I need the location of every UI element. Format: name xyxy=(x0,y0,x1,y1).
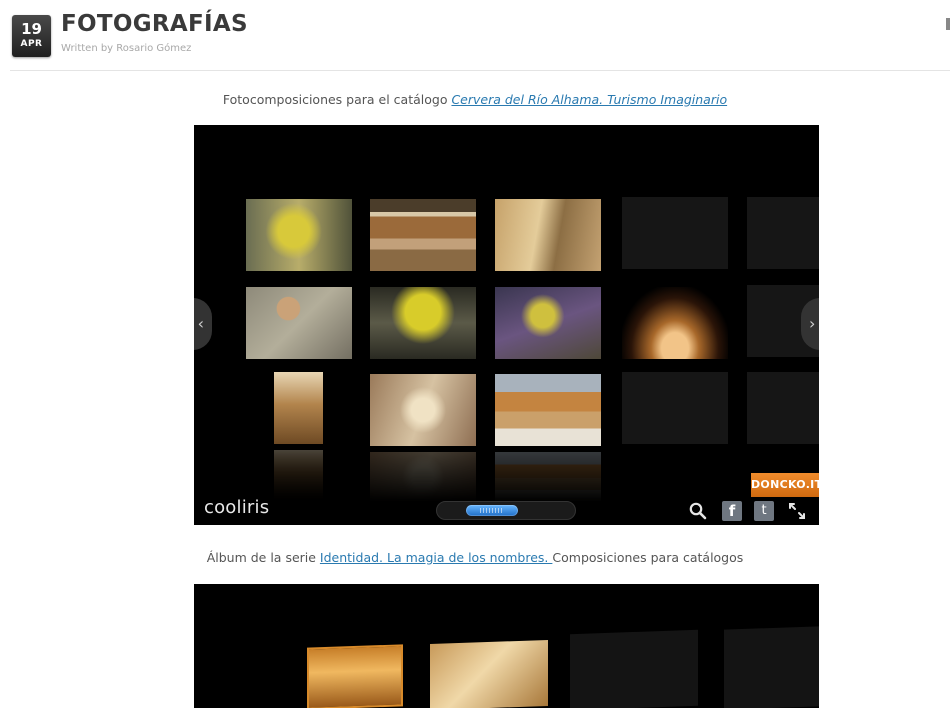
gallery-2-caption: Álbum de la serie Identidad. La magia de… xyxy=(0,550,950,565)
post-date-day: 19 xyxy=(21,20,42,38)
gallery-scrollbar[interactable] xyxy=(436,501,576,520)
chevron-left-icon: ‹ xyxy=(197,314,204,333)
thumbnail-reflection xyxy=(370,452,476,502)
facebook-icon: f xyxy=(728,502,736,520)
gallery-empty-slot xyxy=(622,372,728,444)
gallery-thumbnail[interactable] xyxy=(370,199,476,271)
gallery-thumbnail[interactable] xyxy=(307,644,403,708)
gallery-next-button[interactable]: › xyxy=(801,298,819,350)
gallery-empty-slot xyxy=(747,372,819,444)
gallery-prev-button[interactable]: ‹ xyxy=(194,298,212,350)
post-title[interactable]: FOTOGRAFÍAS xyxy=(61,11,248,37)
thumbnail-reflection xyxy=(274,450,323,500)
twitter-share-button[interactable]: t xyxy=(754,501,774,521)
gallery-thumbnail[interactable] xyxy=(495,374,601,446)
gallery-thumbnail[interactable] xyxy=(495,287,601,359)
cooliris-gallery[interactable]: ‹ › cooliris DONCKO.IT f t xyxy=(194,125,819,525)
edit-corner-mark xyxy=(946,18,950,30)
header-divider xyxy=(10,70,950,71)
post-date-badge: 19 APR xyxy=(12,15,51,57)
gallery-thumbnail[interactable] xyxy=(495,199,601,271)
gallery-1-caption: Fotocomposiciones para el catálogo Cerve… xyxy=(0,92,950,107)
gallery-2-caption-prefix: Álbum de la serie xyxy=(206,550,320,565)
gallery-empty-slot xyxy=(622,197,728,269)
gallery-thumbnail[interactable] xyxy=(370,287,476,359)
gallery-scroll-thumb[interactable] xyxy=(466,505,519,516)
gallery-2-caption-suffix: Composiciones para catálogos xyxy=(552,550,744,565)
gallery-thumbnail[interactable] xyxy=(370,374,476,446)
thumbnail-reflection xyxy=(495,452,601,502)
gallery-thumbnail[interactable] xyxy=(246,287,352,359)
fullscreen-button[interactable] xyxy=(787,501,807,521)
twitter-icon: t xyxy=(761,503,767,518)
facebook-share-button[interactable]: f xyxy=(722,501,742,521)
chevron-right-icon: › xyxy=(809,314,816,333)
gallery-empty-slot xyxy=(747,197,819,269)
gallery-thumbnail[interactable] xyxy=(274,372,323,444)
fullscreen-icon xyxy=(789,503,805,519)
gallery-empty-slot xyxy=(724,626,819,708)
doncko-ad-badge[interactable]: DONCKO.IT xyxy=(751,473,819,497)
gallery-1-caption-text: Fotocomposiciones para el catálogo xyxy=(222,92,452,107)
catalog-link-cervera[interactable]: Cervera del Río Alhama. Turismo Imaginar… xyxy=(451,92,727,107)
gallery-empty-slot xyxy=(570,629,698,708)
gallery-thumbnail[interactable] xyxy=(622,287,728,359)
search-icon xyxy=(689,502,707,520)
search-button[interactable] xyxy=(688,501,708,521)
cooliris-gallery-2[interactable] xyxy=(194,584,819,708)
post-date-month: APR xyxy=(20,39,43,49)
post-author: Written by Rosario Gómez xyxy=(61,43,192,54)
series-link-identidad[interactable]: Identidad. La magia de los nombres. xyxy=(320,550,552,565)
gallery-thumbnail[interactable] xyxy=(430,639,548,708)
cooliris-logo[interactable]: cooliris xyxy=(204,497,269,518)
gallery-thumbnail[interactable] xyxy=(246,199,352,271)
